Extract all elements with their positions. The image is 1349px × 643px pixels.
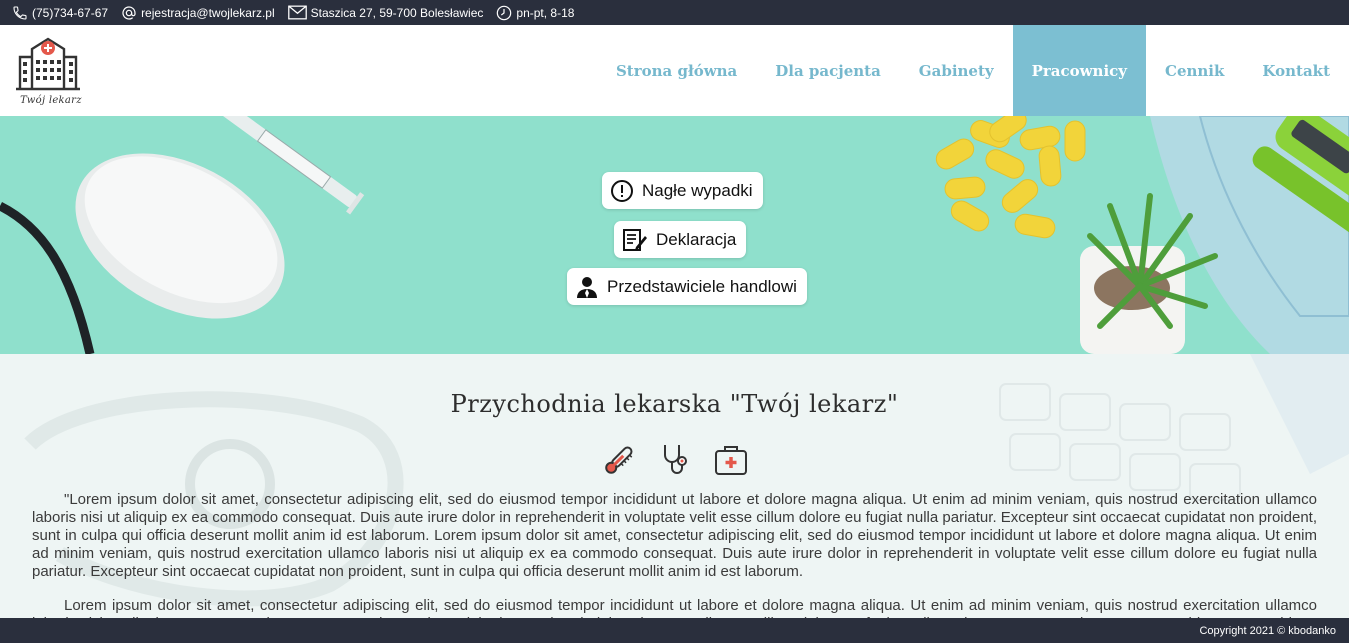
top-info-bar: (75)734-67-67 rejestracja@twojlekarz.pl …	[0, 0, 1349, 25]
nav-item-pricing[interactable]: Cennik	[1146, 25, 1243, 116]
hero-banner: Nagłe wypadki Deklaracja Przedstawiciele…	[0, 116, 1349, 354]
hospital-building-icon	[16, 37, 80, 91]
phone-icon	[13, 5, 27, 20]
nav-item-staff[interactable]: Pracownicy	[1012, 25, 1147, 116]
email-address: rejestracja@twojlekarz.pl	[141, 5, 275, 20]
phone-info[interactable]: (75)734-67-67	[12, 5, 108, 21]
page-title: Przychodnia lekarska "Twój lekarz"	[450, 390, 899, 418]
nav-item-contact[interactable]: Kontakt	[1243, 25, 1349, 116]
copyright-text: Copyright 2021 © kbodanko	[1199, 624, 1336, 637]
sales-reps-label: Przedstawiciele handlowi	[607, 276, 797, 296]
sales-reps-button[interactable]: Przedstawiciele handlowi	[567, 268, 807, 305]
site-footer: Copyright 2021 © kbodanko	[0, 618, 1349, 643]
clock-icon	[497, 5, 512, 20]
nav-item-offices[interactable]: Gabinety	[900, 25, 1013, 116]
nav-item-home[interactable]: Strona główna	[597, 25, 756, 116]
address-info: Staszica 27, 59-700 Bolesławiec	[287, 5, 484, 20]
site-logo[interactable]: Twój lekarz	[8, 29, 94, 111]
intro-paragraph-1: "Lorem ipsum dolor sit amet, consectetur…	[32, 491, 1317, 580]
at-sign-icon	[122, 5, 136, 20]
hours-text: pn-pt, 8-18	[516, 5, 575, 20]
person-icon	[577, 276, 597, 298]
main-navigation: Strona główna Dla pacjenta Gabinety Prac…	[597, 25, 1349, 116]
address-text: Staszica 27, 59-700 Bolesławiec	[310, 5, 484, 20]
thermometer-icon	[601, 442, 637, 478]
declaration-button[interactable]: Deklaracja	[614, 221, 747, 258]
main-content: Przychodnia lekarska "Twój lekarz" "Lore…	[0, 354, 1349, 618]
nav-item-for-patient[interactable]: Dla pacjenta	[756, 25, 900, 116]
exclamation-icon	[611, 179, 633, 202]
document-pen-icon	[623, 228, 647, 251]
medical-icons-row	[0, 442, 1349, 478]
email-info[interactable]: rejestracja@twojlekarz.pl	[121, 5, 275, 21]
emergency-button[interactable]: Nagłe wypadki	[602, 172, 763, 209]
logo-text: Twój lekarz	[20, 95, 82, 106]
emergency-label: Nagłe wypadki	[642, 180, 753, 200]
first-aid-kit-icon	[713, 442, 749, 478]
envelope-icon	[287, 5, 307, 20]
declaration-label: Deklaracja	[656, 229, 737, 249]
hours-info: pn-pt, 8-18	[496, 5, 574, 21]
stethoscope-icon	[657, 442, 693, 478]
intro-paragraph-2: Lorem ipsum dolor sit amet, consectetur …	[32, 597, 1317, 618]
phone-number: (75)734-67-67	[32, 5, 109, 20]
site-header: Twój lekarz Strona główna Dla pacjenta G…	[0, 25, 1349, 116]
